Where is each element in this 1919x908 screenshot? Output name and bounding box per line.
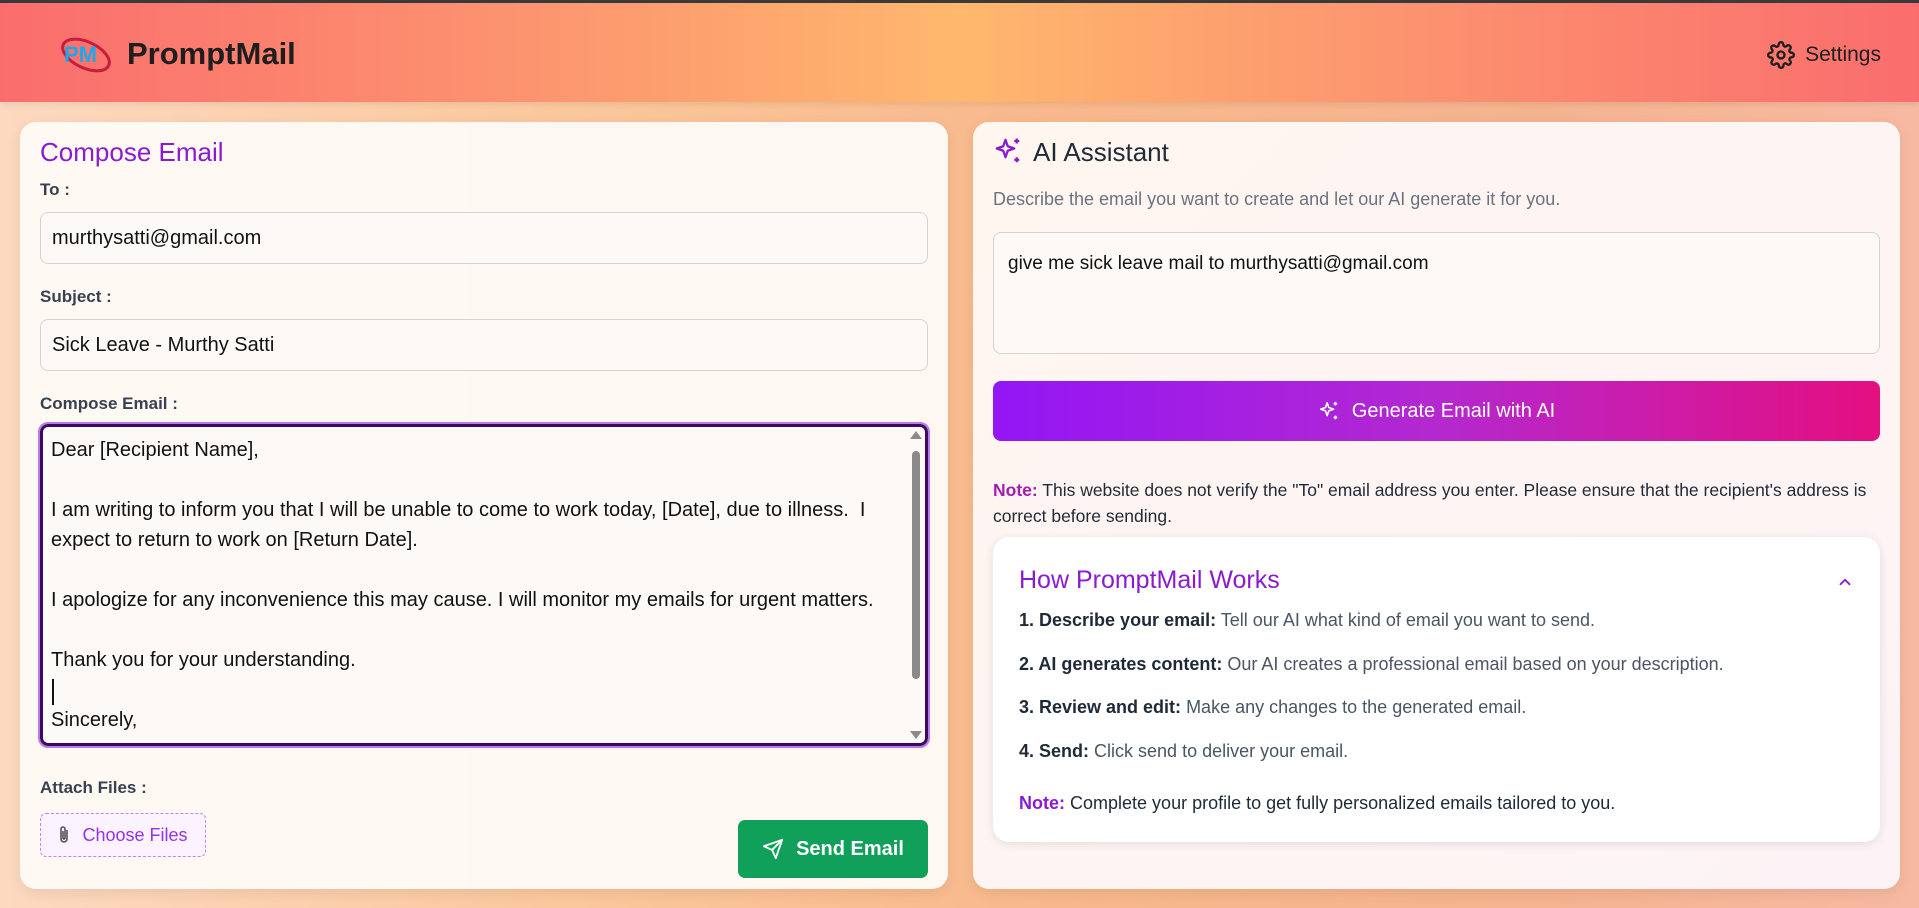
how-step-2: 2. AI generates content: Our AI creates … <box>1019 654 1724 674</box>
compose-body-line <box>51 615 901 645</box>
compose-body-line: Thank you for your understanding. <box>51 649 356 671</box>
paperclip-icon <box>60 826 69 843</box>
brand-name: PromptMail <box>127 36 296 71</box>
promptmail-logo-icon: PM <box>61 37 111 73</box>
how-it-works-title[interactable]: How PromptMail Works <box>1019 566 1280 595</box>
ai-assistant-description: Describe the email you want to create an… <box>993 189 1561 209</box>
ai-prompt-input[interactable]: give me sick leave mail to murthysatti@g… <box>993 232 1880 354</box>
compose-body-textarea[interactable]: Dear [Recipient Name], I am writing to i… <box>38 422 930 748</box>
note-key: Note: <box>993 480 1038 500</box>
attach-files-label: Attach Files : <box>40 778 147 797</box>
send-icon <box>763 838 784 860</box>
compose-body-text: Dear [Recipient Name], I am writing to i… <box>51 435 901 735</box>
scroll-down-arrow-icon[interactable] <box>910 731 922 739</box>
compose-body-line: Sincerely, <box>51 709 138 731</box>
how-step-3: 3. Review and edit: Make any changes to … <box>1019 697 1527 717</box>
sparkles-icon <box>995 138 1020 163</box>
settings-label: Settings <box>1805 43 1881 66</box>
scroll-up-arrow-icon[interactable] <box>910 431 922 439</box>
chevron-up-icon[interactable] <box>1836 573 1854 591</box>
compose-scrollbar[interactable] <box>909 429 923 741</box>
compose-card: Compose Email To : murthysatti@gmail.com… <box>20 122 948 889</box>
send-email-button[interactable]: Send Email <box>738 820 928 878</box>
compose-body-line <box>51 465 901 495</box>
to-label: To : <box>40 180 70 199</box>
to-field[interactable]: murthysatti@gmail.com <box>40 212 928 264</box>
scroll-thumb[interactable] <box>912 451 920 679</box>
choose-files-button[interactable]: Choose Files <box>40 813 206 857</box>
text-caret <box>52 679 54 705</box>
compose-body-line: Dear [Recipient Name], <box>51 439 259 461</box>
how-step-4: 4. Send: Click send to deliver your emai… <box>1019 741 1349 761</box>
compose-body-line <box>51 555 901 585</box>
ai-assistant-card: AI Assistant Describe the email you want… <box>973 122 1900 889</box>
compose-body-label: Compose Email : <box>40 394 178 413</box>
sparkles-icon <box>1319 401 1338 420</box>
compose-body-line: I am writing to inform you that I will b… <box>51 499 866 521</box>
subject-label: Subject : <box>40 287 112 306</box>
compose-body-line: expect to return to work on [Return Date… <box>51 529 418 551</box>
ai-assistant-title: AI Assistant <box>1033 137 1169 167</box>
generate-email-button[interactable]: Generate Email with AI <box>993 381 1880 441</box>
send-email-label: Send Email <box>796 837 904 860</box>
compose-body-line <box>51 675 901 705</box>
settings-button[interactable]: Settings <box>1767 41 1881 69</box>
profile-note: Note: Complete your profile to get fully… <box>1019 793 1616 813</box>
svg-text:PM: PM <box>64 42 97 67</box>
gear-icon <box>1767 41 1796 69</box>
compose-title: Compose Email <box>40 137 224 167</box>
verification-note: Note: This website does not verify the "… <box>993 477 1883 529</box>
generate-email-label: Generate Email with AI <box>1351 399 1556 422</box>
compose-body-line: I apologize for any inconvenience this m… <box>51 589 874 611</box>
note-text: This website does not verify the "To" em… <box>993 480 1867 526</box>
app-header: PM PromptMail Settings <box>0 0 1919 102</box>
choose-files-label: Choose Files <box>82 824 188 845</box>
how-step-1: 1. Describe your email: Tell our AI what… <box>1019 610 1595 630</box>
subject-field[interactable]: Sick Leave - Murthy Satti <box>40 319 928 371</box>
how-it-works-panel: How PromptMail Works 1. Describe your em… <box>993 537 1880 842</box>
